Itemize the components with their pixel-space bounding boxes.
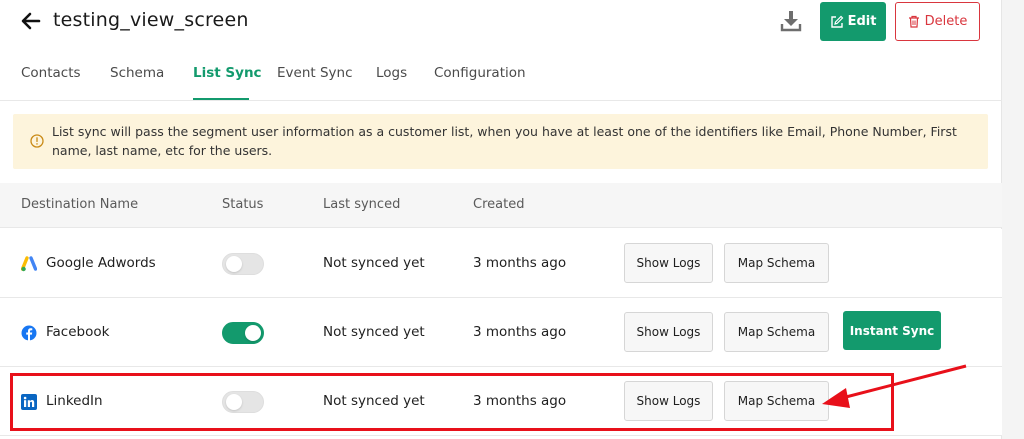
destination-name: Google Adwords	[46, 255, 156, 271]
delete-label: Delete	[924, 14, 968, 29]
active-tab-indicator	[193, 98, 249, 100]
destination-name: LinkedIn	[46, 393, 103, 409]
last-synced-value: Not synced yet	[323, 324, 425, 340]
column-header-last-synced: Last synced	[323, 197, 401, 212]
notice-text: List sync will pass the segment user inf…	[52, 124, 957, 158]
trash-icon	[908, 15, 919, 28]
edit-icon	[830, 15, 843, 28]
page-header: testing_view_screen Edit Delete	[0, 0, 1002, 48]
back-arrow-icon[interactable]	[20, 10, 42, 32]
created-value: 3 months ago	[473, 324, 567, 340]
tab-configuration[interactable]: Configuration	[434, 65, 526, 81]
column-header-created: Created	[473, 197, 525, 212]
info-icon	[30, 134, 44, 148]
show-logs-button[interactable]: Show Logs	[624, 381, 713, 421]
main-panel: testing_view_screen Edit Delete Contacts…	[0, 0, 1002, 439]
show-logs-button[interactable]: Show Logs	[624, 312, 713, 352]
download-icon[interactable]	[780, 10, 802, 32]
column-header-status: Status	[222, 197, 264, 212]
last-synced-value: Not synced yet	[323, 255, 425, 271]
created-value: 3 months ago	[473, 255, 567, 271]
tab-logs[interactable]: Logs	[376, 65, 407, 81]
tab-event-sync[interactable]: Event Sync	[277, 65, 353, 81]
status-toggle[interactable]	[222, 322, 264, 344]
tab-bar: Contacts Schema List Sync Event Sync Log…	[0, 48, 1002, 101]
show-logs-button[interactable]: Show Logs	[624, 243, 713, 283]
map-schema-button[interactable]: Map Schema	[724, 312, 829, 352]
google-ads-icon	[21, 256, 37, 272]
destination-name: Facebook	[46, 324, 110, 340]
map-schema-button[interactable]: Map Schema	[724, 381, 829, 421]
table-row: Google Adwords Not synced yet 3 months a…	[0, 229, 1002, 298]
page-title: testing_view_screen	[53, 9, 249, 31]
table-row: LinkedIn Not synced yet 3 months ago Sho…	[0, 367, 1002, 436]
delete-button[interactable]: Delete	[895, 2, 980, 41]
tab-list-sync[interactable]: List Sync	[193, 65, 262, 81]
status-toggle[interactable]	[222, 391, 264, 413]
facebook-icon	[21, 325, 37, 341]
created-value: 3 months ago	[473, 393, 567, 409]
linkedin-icon	[21, 394, 37, 410]
instant-sync-button[interactable]: Instant Sync	[843, 311, 941, 350]
tab-schema[interactable]: Schema	[110, 65, 164, 81]
table-row: Facebook Not synced yet 3 months ago Sho…	[0, 298, 1002, 367]
edit-button[interactable]: Edit	[820, 2, 886, 41]
status-toggle[interactable]	[222, 253, 264, 275]
map-schema-button[interactable]: Map Schema	[724, 243, 829, 283]
edit-label: Edit	[847, 14, 877, 29]
column-header-destination: Destination Name	[21, 197, 139, 212]
table-header: Destination Name Status Last synced Crea…	[0, 183, 1002, 228]
info-notice: List sync will pass the segment user inf…	[13, 114, 988, 169]
tab-contacts[interactable]: Contacts	[21, 65, 81, 81]
last-synced-value: Not synced yet	[323, 393, 425, 409]
